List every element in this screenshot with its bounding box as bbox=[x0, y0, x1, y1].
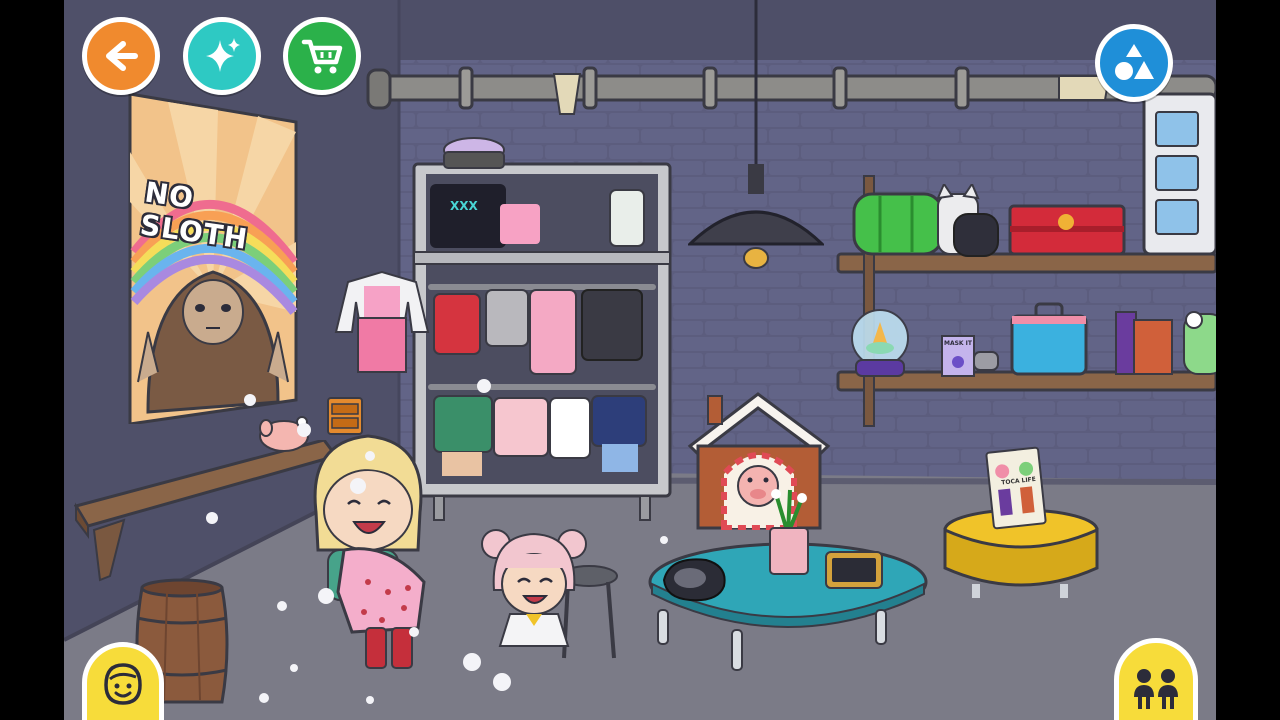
flower-tin-can[interactable] bbox=[766, 488, 812, 578]
roast-chicken[interactable] bbox=[254, 408, 314, 454]
white-fridge[interactable] bbox=[1142, 92, 1216, 256]
two-people-icon bbox=[1134, 669, 1178, 709]
shapes-icon bbox=[1115, 44, 1154, 80]
sparkle-icon bbox=[206, 38, 240, 72]
back-button[interactable] bbox=[82, 17, 160, 95]
pink-outfit-on-hook[interactable] bbox=[328, 262, 436, 376]
svg-text:XXX: XXX bbox=[450, 199, 479, 213]
toca-life-book[interactable]: TOCA LIFE bbox=[984, 445, 1048, 530]
mask-box-label: MASK IT bbox=[944, 340, 972, 347]
smartphone[interactable] bbox=[824, 550, 884, 590]
snow-globe[interactable] bbox=[848, 306, 912, 380]
shapes-button[interactable] bbox=[1095, 24, 1173, 102]
pink-haired-character[interactable] bbox=[480, 526, 590, 656]
dark-helmet[interactable] bbox=[660, 556, 730, 604]
shop-button[interactable] bbox=[283, 17, 361, 95]
no-sloth-poster[interactable]: NO SLOTH bbox=[128, 92, 298, 424]
character-face-icon bbox=[104, 663, 142, 705]
magic-button[interactable] bbox=[183, 17, 261, 95]
hanging-lamp[interactable] bbox=[688, 0, 824, 272]
wooden-wall-shelf bbox=[74, 440, 339, 582]
shopping-cart-icon bbox=[301, 39, 343, 74]
books[interactable] bbox=[1114, 310, 1174, 376]
book-cover-art bbox=[985, 446, 1047, 530]
purple-cap[interactable] bbox=[440, 136, 508, 174]
cat-figurines[interactable] bbox=[930, 184, 1002, 260]
blonde-character[interactable] bbox=[308, 432, 458, 676]
frog-backpack[interactable] bbox=[1182, 306, 1216, 376]
character-menu-button[interactable] bbox=[82, 642, 164, 720]
game-scene: NO SLOTH XXX MASK IT TOCA LIFE bbox=[64, 0, 1216, 720]
mask-it-box[interactable]: MASK IT bbox=[940, 334, 1000, 378]
blue-suitcase[interactable] bbox=[1010, 302, 1088, 376]
red-box[interactable] bbox=[1008, 204, 1128, 256]
arrow-left-icon bbox=[106, 41, 138, 71]
characters-list-button[interactable] bbox=[1114, 638, 1198, 720]
